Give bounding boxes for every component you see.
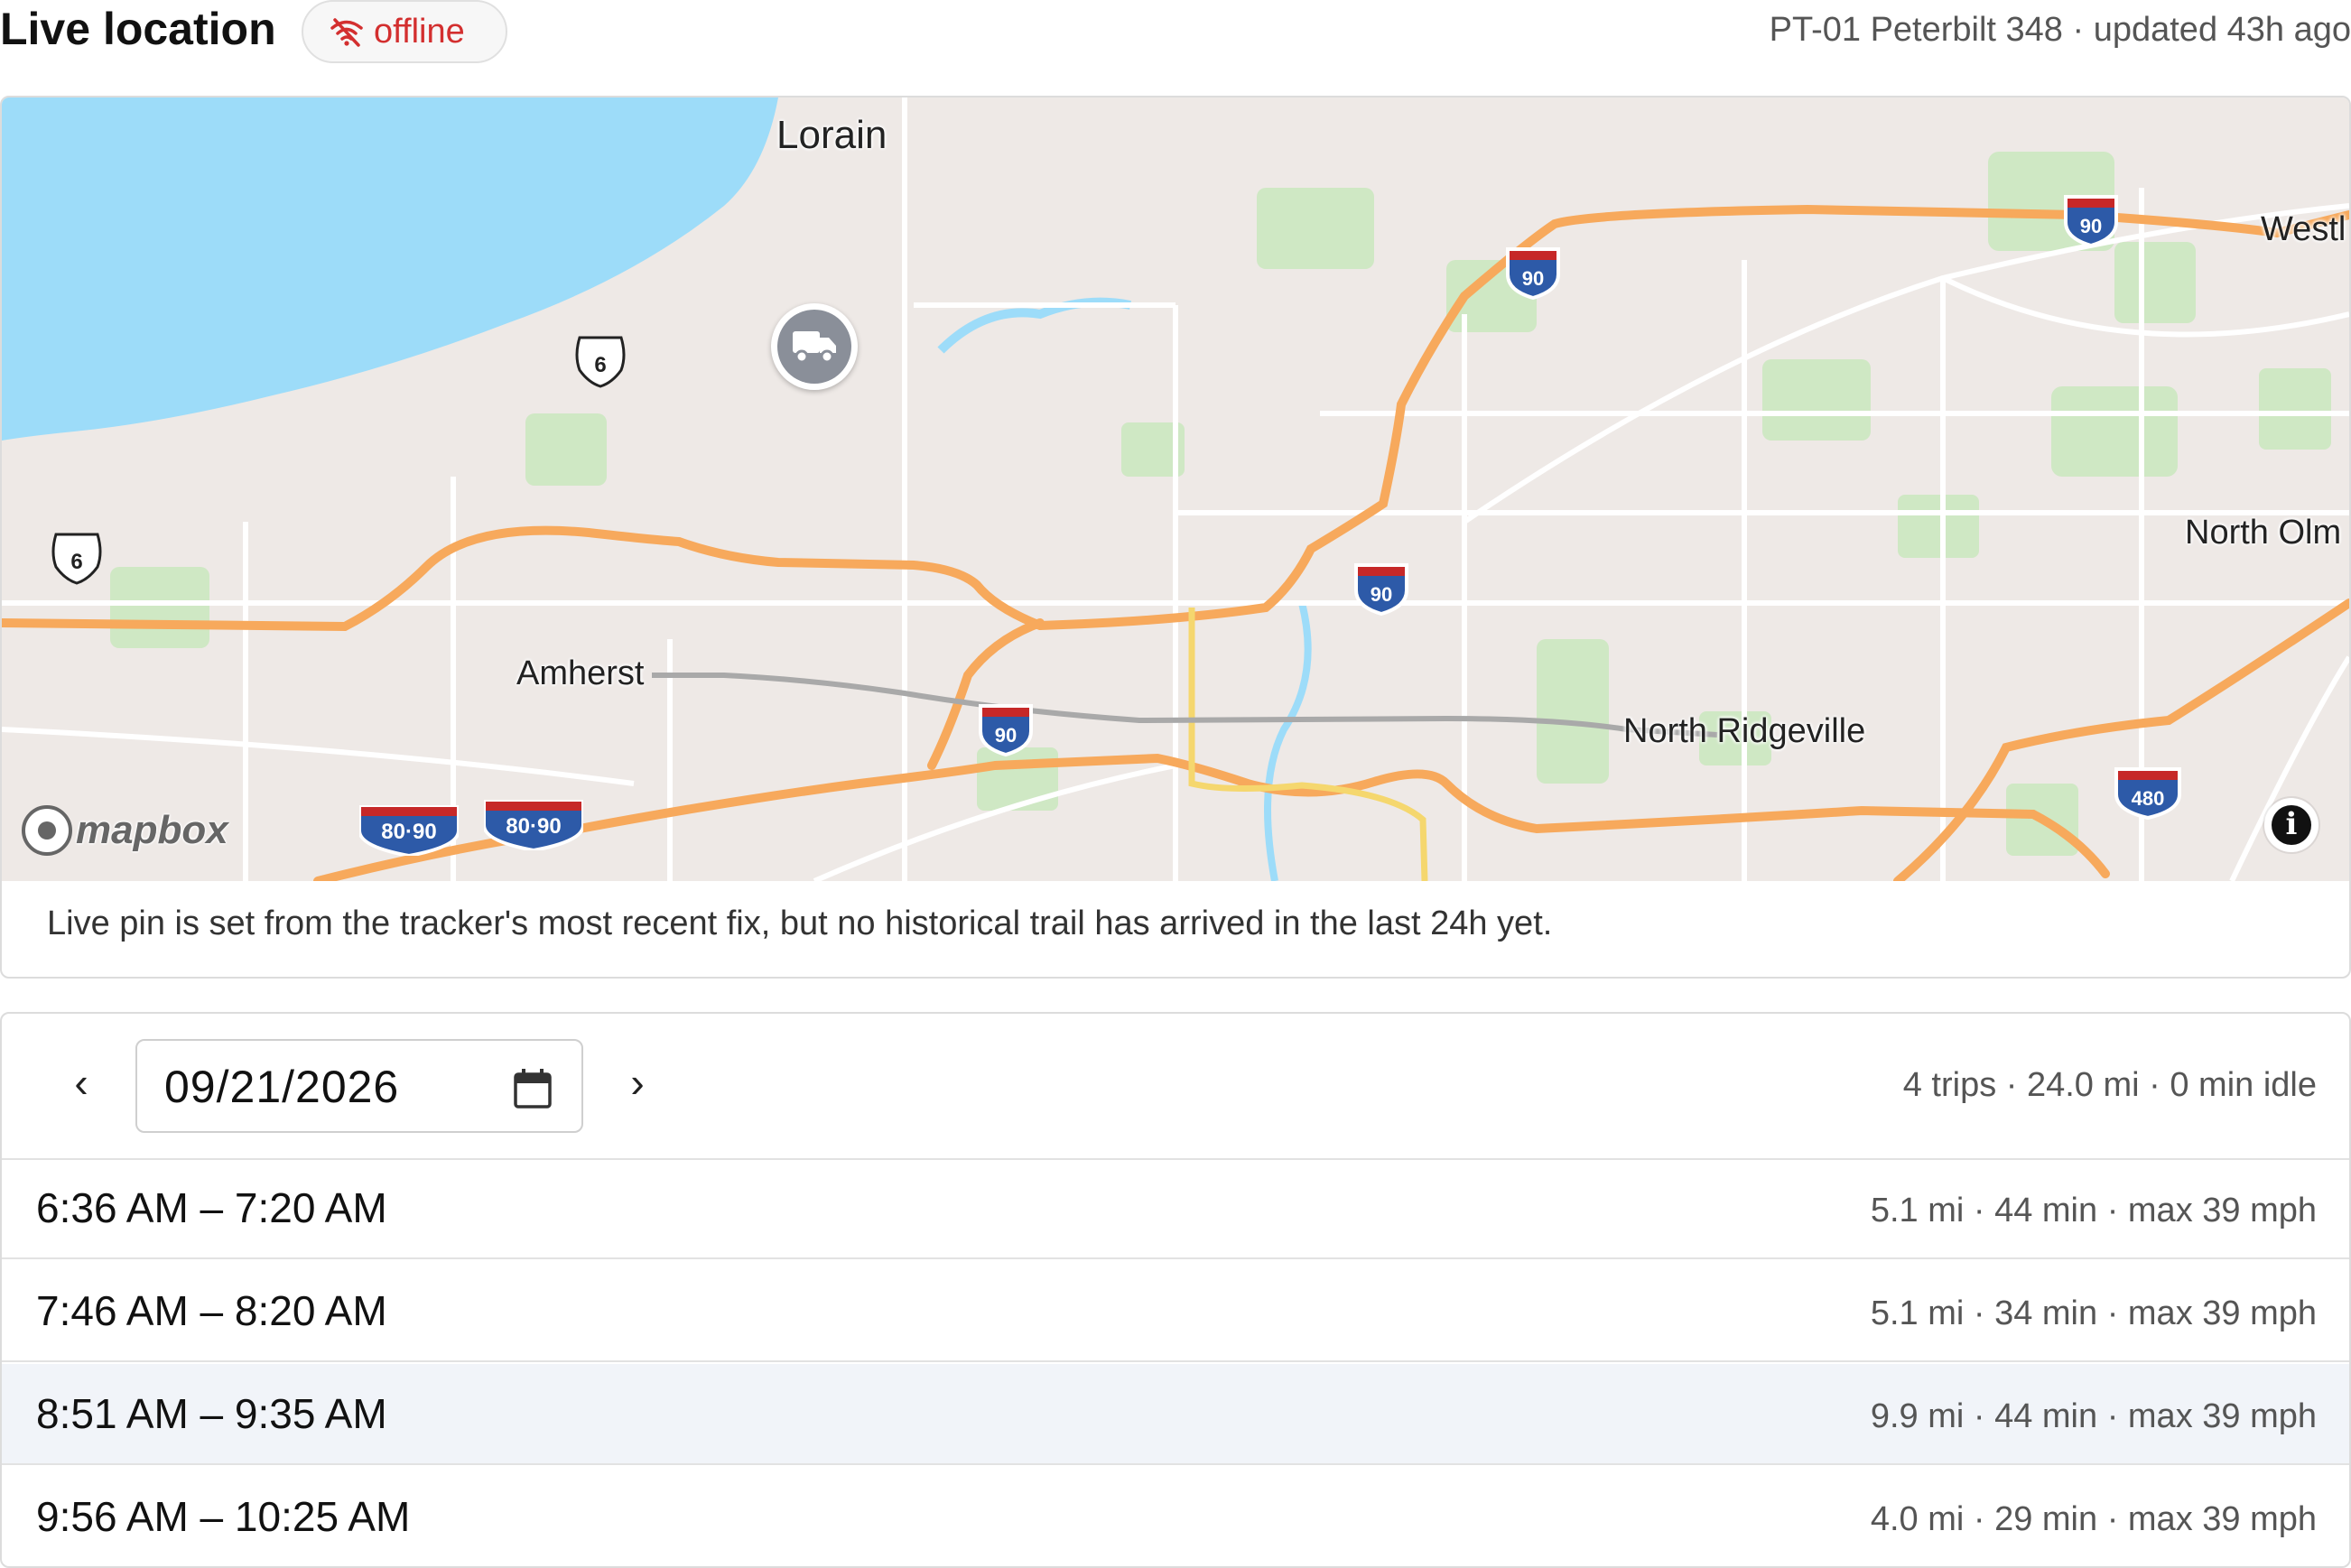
status-badge: offline [302, 0, 507, 63]
map-view[interactable]: 90 90 90 90 480 6 6 80·90 80·90 Lorain A… [2, 97, 2349, 881]
mapbox-logo-text: mapbox [76, 808, 228, 852]
place-label-amherst: Amherst [516, 654, 645, 692]
i80-90-shield: 80·90 [482, 798, 585, 853]
date-toolbar: ‹ 09/21/2026 › 4 trips · 24.0 mi · 0 min… [2, 1014, 2349, 1160]
trip-stats: 5.1 mi · 44 min · max 39 mph [1870, 1192, 2317, 1229]
place-label-westlake: Westl [2261, 210, 2346, 248]
page-header: Live location offline PT-01 Peterbilt 34… [0, 0, 2351, 72]
i80-90-shield-label: 80·90 [381, 820, 437, 844]
info-icon[interactable]: i [2264, 798, 2318, 852]
next-day-button[interactable]: › [610, 1057, 664, 1111]
mapbox-logo-icon [22, 805, 72, 856]
svg-text:6: 6 [70, 550, 82, 574]
map-note: Live pin is set from the tracker's most … [47, 905, 1553, 942]
vehicle-info: PT-01 Peterbilt 348 · updated 43h ago [1769, 11, 2351, 49]
map-base-layer: 90 90 90 90 480 6 6 [2, 97, 2349, 881]
svg-text:6: 6 [594, 353, 606, 377]
wifi-off-icon [330, 18, 363, 47]
previous-day-button[interactable]: ‹ [54, 1057, 108, 1111]
trip-row[interactable]: 7:46 AM – 8:20 AM 5.1 mi · 34 min · max … [2, 1261, 2349, 1362]
svg-text:90: 90 [1371, 583, 1392, 606]
date-value: 09/21/2026 [164, 1062, 400, 1112]
place-label-north-ridgeville: North Ridgeville [1623, 712, 1866, 750]
trip-row[interactable]: 6:36 AM – 7:20 AM 5.1 mi · 44 min · max … [2, 1158, 2349, 1259]
svg-text:480: 480 [2132, 787, 2165, 810]
trip-stats: 9.9 mi · 44 min · max 39 mph [1870, 1397, 2317, 1435]
trip-time: 6:36 AM – 7:20 AM [36, 1184, 387, 1231]
place-label-lorain: Lorain [776, 113, 887, 157]
trips-summary: 4 trips · 24.0 mi · 0 min idle [1902, 1066, 2317, 1104]
page-title: Live location [0, 4, 276, 54]
svg-text:90: 90 [2080, 215, 2102, 237]
i80-90-shield-label: 80·90 [506, 814, 562, 839]
calendar-icon[interactable] [513, 1068, 553, 1109]
trip-time: 7:46 AM – 8:20 AM [36, 1287, 387, 1334]
trips-card: ‹ 09/21/2026 › 4 trips · 24.0 mi · 0 min… [0, 1012, 2351, 1568]
trip-stats: 5.1 mi · 34 min · max 39 mph [1870, 1294, 2317, 1332]
i90-shield-label: 90 [1522, 267, 1544, 290]
trip-time: 9:56 AM – 10:25 AM [36, 1493, 411, 1540]
status-badge-label: offline [374, 13, 465, 51]
trip-stats: 4.0 mi · 29 min · max 39 mph [1870, 1500, 2317, 1538]
trip-row[interactable]: 9:56 AM – 10:25 AM 4.0 mi · 29 min · max… [2, 1467, 2349, 1566]
i80-90-shield: 80·90 [358, 803, 460, 858]
mapbox-logo[interactable]: mapbox [22, 803, 228, 858]
truck-icon [793, 331, 836, 364]
trip-time: 8:51 AM – 9:35 AM [36, 1390, 387, 1437]
date-input[interactable]: 09/21/2026 [135, 1039, 583, 1133]
map-card: 90 90 90 90 480 6 6 80·90 80·90 Lorain A… [0, 96, 2351, 979]
vehicle-marker[interactable] [771, 303, 858, 390]
place-label-north-olmsted: North Olm [2185, 514, 2342, 552]
trip-row[interactable]: 8:51 AM – 9:35 AM 9.9 mi · 44 min · max … [2, 1364, 2349, 1465]
svg-text:90: 90 [995, 724, 1017, 747]
